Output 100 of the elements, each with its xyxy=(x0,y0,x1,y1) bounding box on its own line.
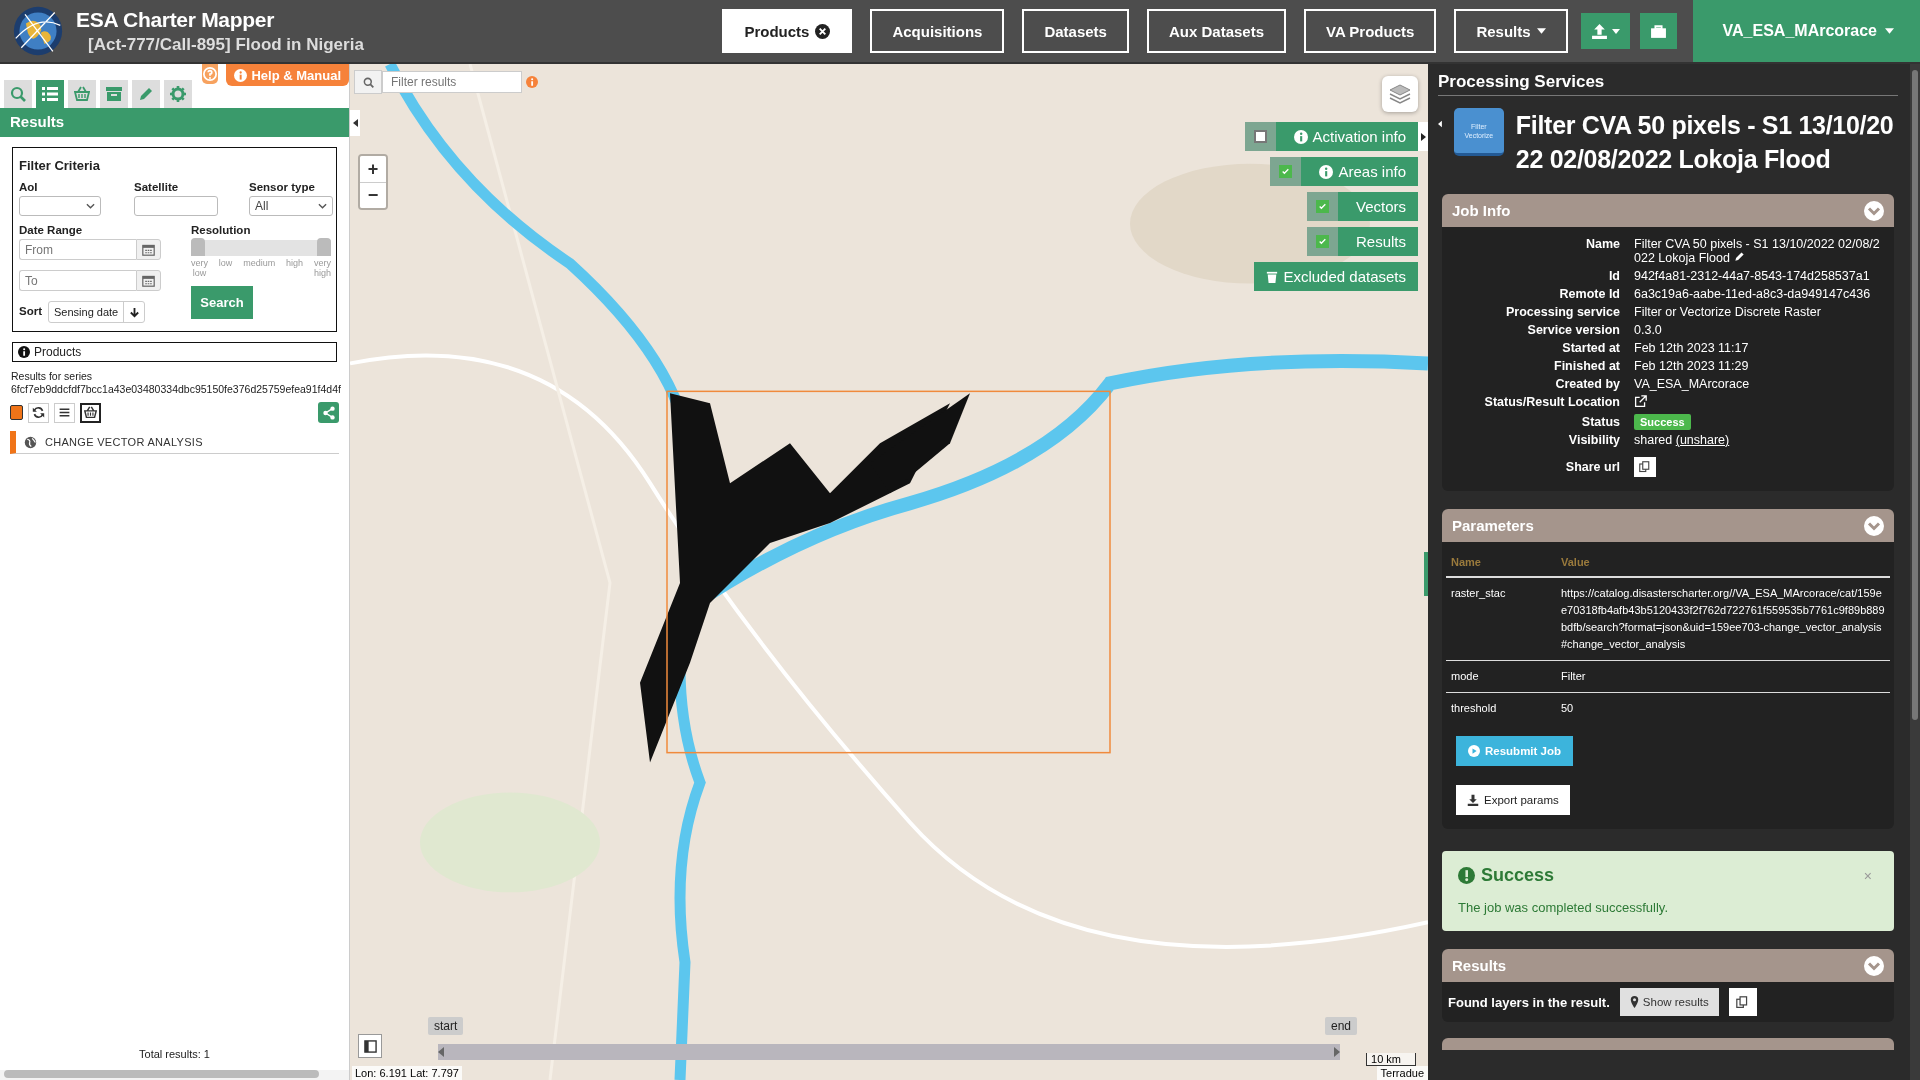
basket-icon xyxy=(84,406,97,419)
nav-tab[interactable]: Aux Datasets xyxy=(1146,9,1286,53)
alert-message: The job was completed successfully. xyxy=(1458,900,1670,915)
filter-field[interactable]: Filter results xyxy=(382,71,522,93)
satellite-field[interactable] xyxy=(134,196,218,216)
sidebar-tab[interactable] xyxy=(131,80,160,108)
sidebar-tab[interactable] xyxy=(67,80,96,108)
info-value: Feb 12th 2023 11:17 xyxy=(1634,341,1749,355)
collapse-toggle[interactable] xyxy=(1864,515,1884,536)
select-value: All xyxy=(255,199,269,213)
calendar-icon xyxy=(142,243,155,256)
info-label: Remote Id xyxy=(1558,287,1620,301)
handle-left-icon xyxy=(438,1047,444,1057)
collapse-toggle[interactable] xyxy=(1864,955,1884,976)
archive-icon xyxy=(105,86,122,102)
chevron-down-icon xyxy=(1864,200,1884,221)
chevron-icon xyxy=(86,203,95,209)
list-button[interactable] xyxy=(54,402,75,423)
external-link-icon[interactable] xyxy=(1634,395,1647,408)
layer-label: Activation info xyxy=(1312,128,1406,145)
info-icon xyxy=(234,68,248,82)
field-label: Satellite xyxy=(134,181,180,193)
scrollbar-thumb[interactable] xyxy=(4,1070,319,1078)
check-icon xyxy=(1317,236,1327,247)
list-icon xyxy=(41,86,58,102)
resolution-slider[interactable] xyxy=(191,240,331,256)
alert-title: Success xyxy=(1481,865,1555,886)
collapse-button[interactable] xyxy=(350,110,360,136)
show-results-button[interactable]: Show results xyxy=(1619,988,1719,1016)
checkbox[interactable] xyxy=(1253,130,1267,143)
slider-thumb[interactable] xyxy=(317,238,331,256)
layers-button[interactable] xyxy=(1382,76,1418,112)
sort-select[interactable]: Sensing date xyxy=(48,301,146,323)
product-item[interactable]: CHANGE VECTOR ANALYSIS xyxy=(10,431,339,454)
alert-icon xyxy=(1458,867,1475,884)
chevron-down-icon xyxy=(1864,515,1884,536)
checkbox[interactable] xyxy=(1279,165,1293,178)
help-question-button[interactable] xyxy=(201,64,219,84)
date-field[interactable]: From xyxy=(19,239,136,260)
total-results: Total results: 1 xyxy=(138,1048,211,1060)
field-label: AoI xyxy=(19,181,39,193)
checkbox[interactable] xyxy=(1315,235,1329,248)
info-value: 942f4a81-2312-44a7-8543-174d258537a1 xyxy=(1634,269,1870,283)
sensor-select[interactable]: All xyxy=(249,196,333,216)
slider-thumb[interactable] xyxy=(191,238,205,256)
refresh-button[interactable] xyxy=(28,402,49,423)
nav-tab[interactable]: Datasets xyxy=(1022,9,1129,53)
nav-tab[interactable]: Products xyxy=(722,9,853,53)
info-label: Started at xyxy=(1561,341,1620,355)
calendar-button[interactable] xyxy=(136,270,161,291)
slider-tick-label: very high xyxy=(313,258,331,278)
zoom-out-button[interactable]: − xyxy=(360,182,386,208)
table-cell: threshold xyxy=(1446,692,1556,724)
handle-right-icon xyxy=(1334,1047,1340,1057)
nav-tab[interactable]: Acquisitions xyxy=(870,9,1005,53)
info-label: Id xyxy=(1607,269,1620,283)
list-icon xyxy=(58,406,71,419)
aoi-select[interactable] xyxy=(19,196,101,216)
export-button[interactable]: Export params xyxy=(1456,785,1570,815)
caret-icon xyxy=(1536,28,1546,34)
table-cell: https://catalog.disasterscharter.org//VA_ESA_MArcorace/cat/159ee70318fb4afb43b5120433f2f762d722761f559535b7761c9f89b889bdfb/search?format=json&uid=159ee703-change_vector_analysis#change_vector_analysis xyxy=(1556,577,1890,661)
sidebar-tab[interactable] xyxy=(163,80,192,108)
briefcase-button[interactable] xyxy=(1639,13,1677,49)
calendar-button[interactable] xyxy=(136,239,161,260)
share-button[interactable] xyxy=(318,402,339,423)
resize-handle[interactable] xyxy=(1424,552,1428,596)
upload-button[interactable] xyxy=(1580,13,1630,49)
copy-button[interactable] xyxy=(1634,457,1656,477)
add-to-basket-button[interactable] xyxy=(80,402,101,423)
activation-title: [Act-777/Call-895] Flood in Nigeria xyxy=(88,34,364,55)
zoom-in-button[interactable]: + xyxy=(360,156,386,182)
info-icon xyxy=(1293,129,1308,144)
coordinates: Lon: 6.191 Lat: 7.797 xyxy=(352,1066,462,1080)
info-label: Service version xyxy=(1526,323,1620,337)
scrollbar-thumb[interactable] xyxy=(1912,70,1918,720)
nav-tab[interactable]: Results xyxy=(1454,9,1568,53)
search-icon xyxy=(9,86,26,102)
results-text: Found layers in the result. xyxy=(1448,994,1610,1010)
checkbox[interactable] xyxy=(1315,200,1329,213)
layer-label: Vectors xyxy=(1355,198,1406,215)
date-field[interactable]: To xyxy=(19,270,136,291)
sidebar-tab[interactable] xyxy=(99,80,128,108)
copy-icon xyxy=(1639,461,1651,473)
column-header: Value xyxy=(1556,548,1890,577)
info-value: VA_ESA_MArcorace xyxy=(1634,377,1750,391)
sidebar-tab[interactable] xyxy=(35,80,64,108)
layer-label: Results xyxy=(1355,233,1406,250)
info-icon xyxy=(18,346,30,358)
copy-button[interactable] xyxy=(1728,988,1757,1016)
info-label: Status xyxy=(1580,415,1620,429)
collapse-toggle[interactable] xyxy=(1864,200,1884,221)
timeline-toggle-button[interactable] xyxy=(358,1034,382,1058)
calendar-icon xyxy=(142,274,155,287)
products-title: Products xyxy=(34,345,82,359)
unshare-link[interactable]: (unshare) xyxy=(1675,433,1730,447)
color-swatch[interactable] xyxy=(10,405,23,420)
briefcase-icon xyxy=(1649,22,1667,40)
nav-tab[interactable]: VA Products xyxy=(1304,9,1437,53)
info-icon xyxy=(1319,164,1334,179)
sidebar-tab[interactable] xyxy=(4,80,32,108)
